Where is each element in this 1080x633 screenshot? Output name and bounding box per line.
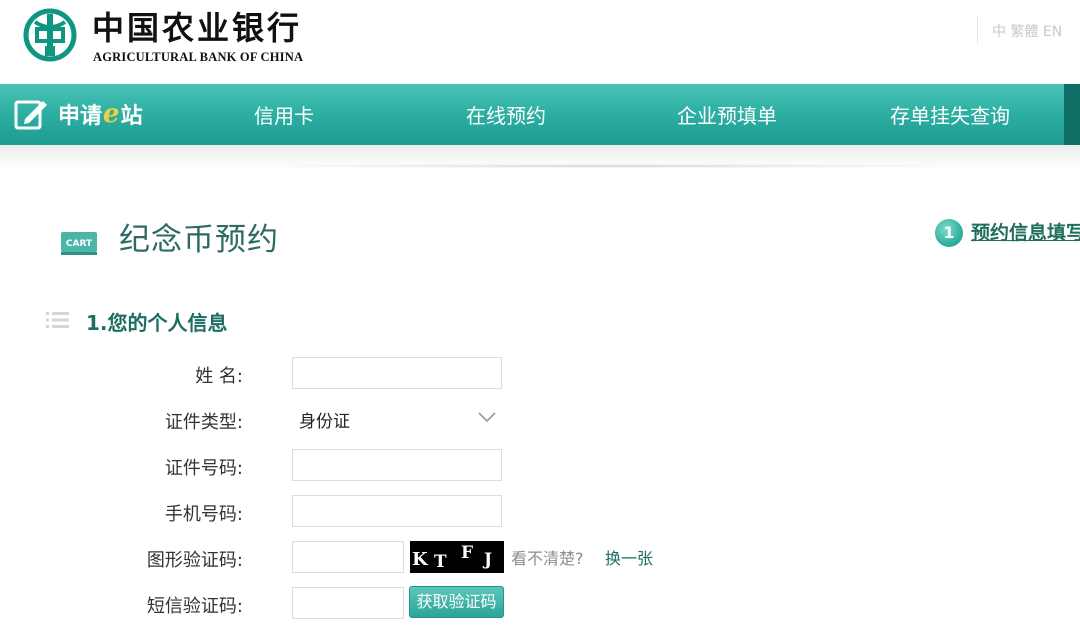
captcha-image[interactable]: K T F J bbox=[410, 541, 504, 573]
nav-brand[interactable]: 申请 e 站 bbox=[14, 97, 143, 131]
abc-logo-icon[interactable] bbox=[23, 8, 77, 62]
id-number-input[interactable] bbox=[292, 449, 502, 481]
cart-icon: CART bbox=[61, 232, 97, 255]
header-divider bbox=[977, 16, 978, 44]
nav-bar-edge bbox=[1064, 84, 1080, 145]
nav-shadow-line bbox=[250, 164, 970, 168]
captcha-char: T bbox=[434, 552, 447, 572]
bank-name-cn: 中国农业银行 bbox=[92, 9, 303, 47]
sms-code-input[interactable] bbox=[292, 587, 404, 619]
id-type-value: 身份证 bbox=[299, 411, 350, 432]
site-header: 中国农业银行 AGRICULTURAL BANK OF CHINA 中 繁體 E… bbox=[0, 0, 1080, 84]
nav-item-corporate-prefill[interactable]: 企业预填单 bbox=[677, 100, 777, 129]
nav-brand-prefix: 申请 bbox=[58, 104, 103, 129]
name-input[interactable] bbox=[292, 357, 502, 389]
captcha-char: J bbox=[484, 550, 493, 570]
get-sms-code-button[interactable]: 获取验证码 bbox=[409, 586, 504, 618]
step-label-fill-info[interactable]: 预约信息填写 bbox=[971, 218, 1080, 245]
list-icon bbox=[46, 312, 69, 328]
phone-input[interactable] bbox=[292, 495, 502, 527]
page-title: 纪念币预约 bbox=[119, 222, 279, 258]
captcha-char: K bbox=[412, 549, 428, 570]
captcha-char: F bbox=[461, 543, 474, 563]
name-label: 姓 名: bbox=[195, 366, 243, 387]
nav-brand-suffix: 站 bbox=[120, 104, 143, 129]
nav-brand-e: e bbox=[103, 99, 120, 129]
language-switch-link[interactable]: 中 繁體 EN bbox=[992, 21, 1062, 41]
section-title-personal-info: 1.您的个人信息 bbox=[86, 311, 228, 335]
id-type-label: 证件类型: bbox=[164, 412, 243, 433]
id-number-label: 证件号码: bbox=[164, 458, 243, 479]
chevron-down-icon bbox=[478, 412, 496, 423]
captcha-refresh-link[interactable]: 换一张 bbox=[605, 545, 653, 569]
id-type-select[interactable]: 身份证 bbox=[292, 402, 504, 436]
phone-label: 手机号码: bbox=[164, 504, 243, 525]
bank-name-en: AGRICULTURAL BANK OF CHINA bbox=[93, 50, 304, 64]
edit-form-icon bbox=[14, 100, 47, 130]
captcha-label: 图形验证码: bbox=[146, 550, 243, 571]
captcha-input[interactable] bbox=[292, 541, 404, 573]
nav-item-online-booking[interactable]: 在线预约 bbox=[466, 100, 546, 129]
nav-item-credit-card[interactable]: 信用卡 bbox=[254, 100, 314, 129]
cart-icon-text: CART bbox=[66, 239, 93, 249]
step-number-badge: 1 bbox=[935, 219, 963, 247]
nav-item-deposit-loss-query[interactable]: 存单挂失查询 bbox=[890, 100, 1010, 129]
captcha-hint: 看不清楚? bbox=[511, 549, 584, 568]
sms-code-label: 短信验证码: bbox=[146, 596, 243, 617]
